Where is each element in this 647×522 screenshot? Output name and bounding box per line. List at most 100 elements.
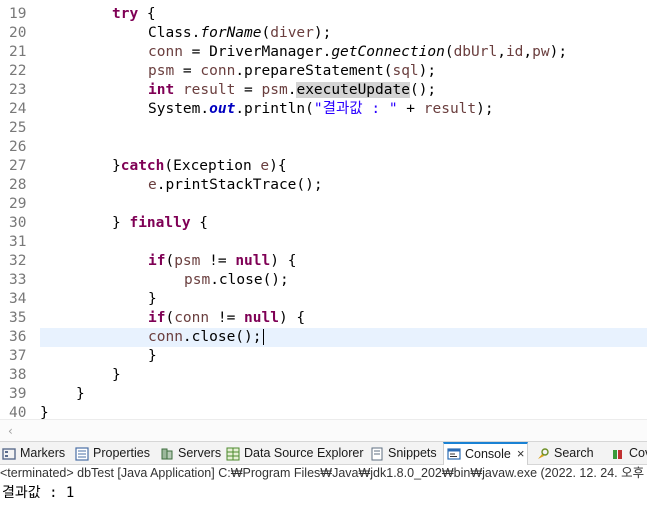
code-line[interactable]: } (112, 366, 121, 385)
tab-data-source-explorer[interactable]: Data Source Explorer (226, 442, 364, 465)
scroll-left-arrow-icon[interactable]: ‹ (8, 424, 13, 438)
code-token: = DriverManager. (182, 44, 332, 60)
tab-search[interactable]: Search (536, 442, 594, 465)
code-editor[interactable]: 19 20 21 22 23 24 25 26 27 28 29 30 31 32 33 34 35 36 37 38… (0, 0, 647, 419)
code-token: result (182, 82, 236, 98)
code-token: (Exception (164, 158, 261, 174)
code-token: ); (418, 63, 437, 79)
code-line[interactable]: if(psm != null) { (148, 252, 296, 271)
tab-snippets[interactable]: Snippets (370, 442, 437, 465)
views-tab-bar: Markers Properties Servers Data Source Expl… (0, 441, 647, 465)
line-number: 21 (9, 44, 27, 60)
code-line[interactable]: }catch(Exception e){ (112, 157, 287, 176)
code-token: executeUpdate (296, 82, 410, 98)
code-token: sql (392, 63, 419, 79)
code-line[interactable]: int result = psm.executeUpdate(); (148, 81, 436, 100)
code-line[interactable]: conn = DriverManager.getConnection(dbUrl… (148, 43, 567, 62)
code-token: } (76, 386, 85, 402)
code-token: ); (313, 25, 332, 41)
keyword-token: try (112, 6, 139, 22)
tab-label: Cove (629, 446, 647, 460)
close-icon[interactable]: × (517, 446, 525, 461)
line-number: 22 (9, 63, 27, 79)
tab-properties[interactable]: Properties (75, 442, 150, 465)
line-number: 29 (9, 196, 27, 212)
current-line-highlight (40, 328, 647, 347)
code-line[interactable]: } (148, 290, 157, 309)
coverage-icon (611, 446, 625, 460)
tab-label: Data Source Explorer (244, 446, 364, 460)
line-number: 37 (9, 348, 27, 364)
tab-cove[interactable]: Cove (611, 442, 647, 465)
code-token: conn (200, 63, 236, 79)
code-token: .close(); (210, 272, 289, 288)
code-line[interactable]: psm.close(); (184, 271, 289, 290)
markers-icon (2, 446, 16, 460)
code-token: ){ (269, 158, 287, 174)
line-number: 36 (9, 329, 27, 345)
console-output: 결과값 : 1 (2, 485, 75, 501)
code-token: e (148, 177, 157, 193)
code-line[interactable]: } (76, 385, 85, 404)
code-token: out (209, 101, 236, 117)
code-token: (); (409, 82, 437, 98)
line-number: 20 (9, 25, 27, 41)
tab-label: Snippets (388, 446, 437, 460)
code-line[interactable]: try { (112, 5, 156, 24)
line-number-gutter: 19 20 21 22 23 24 25 26 27 28 29 30 31 32 33 34 35 36 37 38… (0, 0, 34, 419)
code-token: .close(); (182, 329, 262, 345)
code-token: ( (165, 253, 175, 269)
tab-label: Console (465, 447, 511, 461)
code-token: ) { (270, 253, 297, 269)
code-line[interactable]: e.printStackTrace(); (148, 176, 323, 195)
code-token: .println( (235, 101, 314, 117)
code-line[interactable]: } finally { (112, 214, 208, 233)
line-number: 32 (9, 253, 27, 269)
code-token: .prepareStatement( (235, 63, 393, 79)
tab-console[interactable]: Console × (443, 442, 529, 465)
code-token: } (112, 367, 121, 383)
code-line[interactable]: Class.forName(diver); (148, 24, 331, 43)
code-token: , (523, 44, 533, 60)
code-token: getConnection (331, 44, 445, 60)
code-token: } (148, 291, 157, 307)
code-line[interactable]: if(conn != null) { (148, 309, 305, 328)
code-token: != (209, 310, 245, 326)
line-number: 27 (9, 158, 27, 174)
line-number: 38 (9, 367, 27, 383)
code-token: System. (148, 101, 210, 117)
line-number: 28 (9, 177, 27, 193)
code-line[interactable]: psm = conn.prepareStatement(sql); (148, 62, 436, 81)
data-source-explorer-icon (226, 446, 240, 461)
code-token: } (112, 158, 121, 174)
code-token: = (174, 63, 201, 79)
tab-servers[interactable]: Servers (160, 442, 221, 465)
search-icon (536, 446, 550, 460)
line-number: 33 (9, 272, 27, 288)
keyword-token: finally (129, 215, 191, 231)
code-token: conn (148, 44, 183, 60)
code-line[interactable]: System.out.println("결과값 : " + result); (148, 100, 494, 119)
line-number: 23 (9, 82, 27, 98)
horizontal-scrollbar[interactable]: ‹ (0, 419, 647, 441)
code-token: psm (184, 272, 211, 288)
code-token: { (190, 215, 209, 231)
line-number: 31 (9, 234, 27, 250)
keyword-token: if (148, 310, 166, 326)
line-number: 35 (9, 310, 27, 326)
tab-label: Markers (20, 446, 66, 460)
code-token: id (505, 44, 524, 60)
code-line[interactable]: } (40, 404, 49, 419)
code-token: } (40, 405, 49, 419)
code-line[interactable]: } (148, 347, 157, 366)
tab-label: Servers (178, 446, 222, 460)
code-token: diver (270, 25, 314, 41)
code-line[interactable]: conn.close(); (148, 328, 264, 347)
code-token: ); (549, 44, 568, 60)
keyword-token: int (148, 82, 175, 98)
tab-markers[interactable]: Markers (2, 442, 65, 465)
code-token: = (235, 82, 262, 98)
code-token: ); (476, 101, 494, 117)
code-token: } (148, 348, 157, 364)
code-token: + (397, 101, 424, 117)
